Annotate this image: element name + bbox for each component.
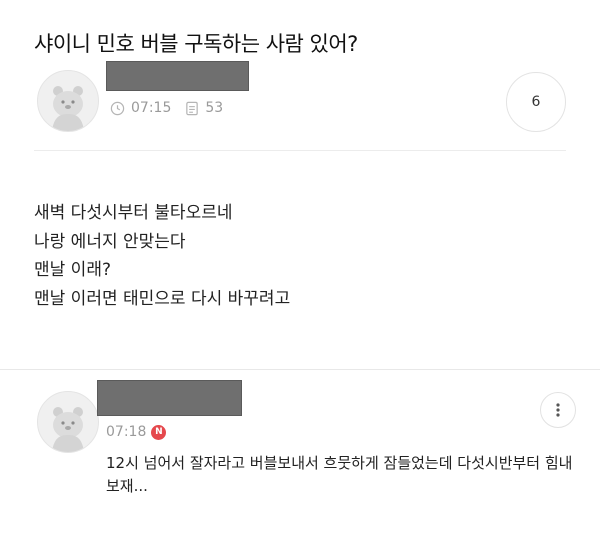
post-time-text: 07:15	[131, 100, 172, 116]
post-body-line: 맨날 이러면 태민으로 다시 바꾸려고	[34, 288, 291, 309]
post-meta: 07:15 53	[110, 100, 237, 116]
header-divider	[34, 150, 566, 151]
more-vertical-icon	[556, 403, 560, 417]
comment-count-button[interactable]: 6	[506, 72, 566, 132]
post-title: 샤이니 민호 버블 구독하는 사람 있어?	[34, 32, 358, 56]
comment-count-text: 6	[531, 94, 541, 110]
post-body-line: 맨날 이래?	[34, 260, 111, 280]
new-badge: N	[151, 424, 167, 440]
comment-text: 12시 넘어서 잘자라고 버블보내서 흐뭇하게 잠들었는데 다섯시반부터 힘내보…	[106, 454, 573, 495]
comments-divider	[0, 369, 600, 370]
post-body: 새벽 다섯시부터 불타오르네 나랑 에너지 안맞는다 맨날 이래? 맨날 이러면…	[34, 199, 290, 313]
post-views: 53	[185, 100, 223, 116]
clock-icon	[110, 101, 125, 115]
comment-time-text: 07:18	[106, 424, 147, 440]
author-name-redacted	[106, 61, 249, 91]
post-body-line: 나랑 에너지 안맞는다	[34, 231, 186, 252]
comment-more-button[interactable]	[540, 392, 576, 428]
comment-meta: 07:18 N	[106, 424, 167, 440]
post-views-text: 53	[205, 100, 224, 116]
post-body-line: 새벽 다섯시부터 불타오르네	[34, 203, 233, 223]
commenter-name-redacted	[97, 380, 242, 416]
author-avatar[interactable]	[37, 70, 99, 132]
default-avatar-icon	[52, 407, 84, 452]
document-icon	[186, 101, 199, 115]
post-time: 07:15	[110, 100, 171, 116]
commenter-avatar[interactable]	[37, 391, 99, 453]
default-avatar-icon	[52, 86, 84, 131]
